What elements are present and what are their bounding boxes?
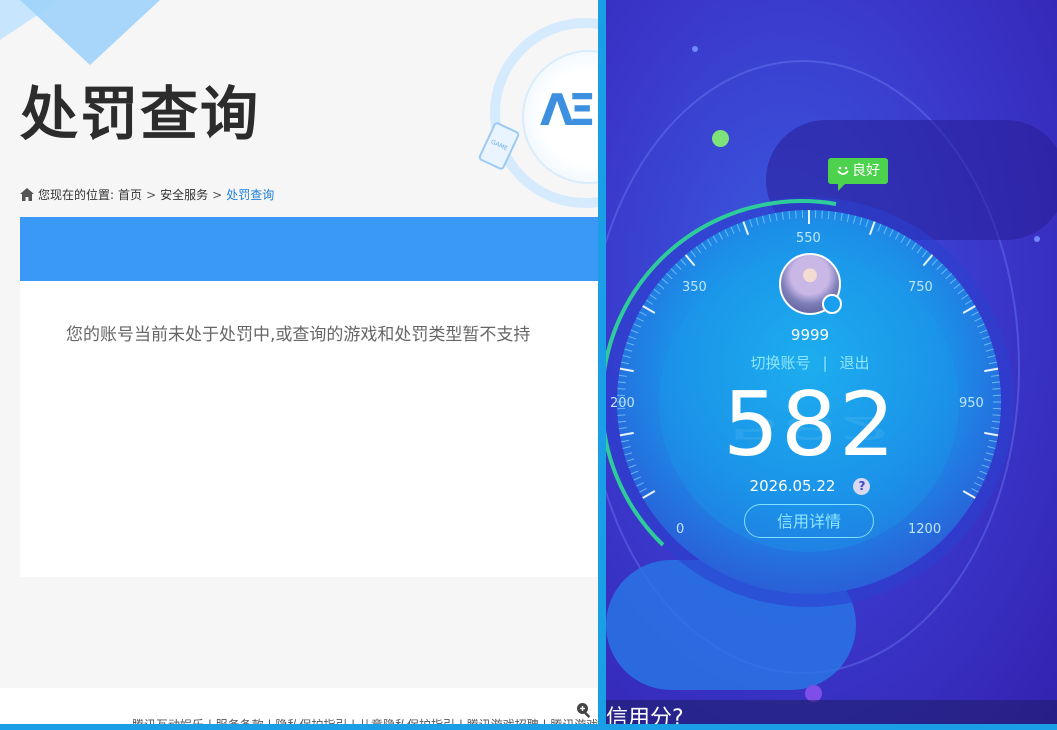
home-icon (20, 188, 34, 201)
brand-logo-icon: ΛΞ (540, 85, 596, 136)
footer: 腾讯互动娱乐 | 服务条款 | 隐私保护指引 | 儿童隐私保护指引 | 腾讯游戏… (0, 688, 598, 724)
breadcrumb-home-link[interactable]: 首页 (118, 186, 142, 203)
gauge-label-1200: 1200 (908, 522, 941, 537)
result-message: 您的账号当前未处于处罚中,或查询的游戏和处罚类型暂不支持 (66, 325, 531, 345)
left-panel: ΛΞ GAME 处罚查询 您现在的位置: 首页 > 安全服务 > 处罚查询 您的… (0, 0, 598, 724)
smile-icon (837, 166, 849, 175)
decor-dot (712, 130, 729, 147)
switch-account-link[interactable]: 切换账号 (750, 354, 810, 372)
decor-triangle (20, 0, 160, 65)
badge-tail (838, 183, 846, 191)
breadcrumb-current-link[interactable]: 处罚查询 (226, 186, 274, 203)
result-panel: 您的账号当前未处于处罚中,或查询的游戏和处罚类型暂不支持 (20, 217, 598, 577)
gauge-tick (821, 210, 823, 219)
breadcrumb-separator: > (146, 187, 157, 202)
qq-icon (822, 294, 842, 314)
decor-dot (692, 46, 698, 52)
account-actions: 切换账号 | 退出 (606, 352, 1014, 373)
score-date-row: 2026.05.22? (606, 477, 1014, 495)
decor-dot (1034, 236, 1040, 242)
credit-detail-button[interactable]: 信用详情 (744, 504, 874, 538)
panel-divider (598, 0, 606, 730)
username: 9999 (790, 326, 830, 344)
credit-level-badge: 良好 (828, 158, 888, 184)
action-separator: | (822, 354, 828, 372)
logout-link[interactable]: 退出 (840, 354, 870, 372)
panel-header-bar (20, 217, 598, 281)
section-heading: 信用分? (606, 706, 684, 724)
gauge-label-350: 350 (682, 280, 707, 295)
credit-level-text: 良好 (852, 163, 880, 179)
breadcrumb-prefix: 您现在的位置: (38, 188, 115, 202)
credit-score-panel: 0 200 350 550 750 950 1200 良好 9999 切换账号 |… (606, 0, 1057, 724)
page-title: 处罚查询 (20, 80, 261, 148)
help-icon[interactable]: ? (853, 478, 871, 495)
breadcrumb-separator: > (212, 187, 223, 202)
gauge-tick (795, 210, 797, 219)
zoom-icon[interactable] (576, 702, 592, 718)
credit-score-reflection: 582 (726, 409, 894, 446)
score-date: 2026.05.22 (749, 477, 836, 495)
gauge-label-0: 0 (676, 522, 684, 537)
footer-links[interactable]: 腾讯互动娱乐 | 服务条款 | 隐私保护指引 | 儿童隐私保护指引 | 腾讯游戏… (132, 716, 598, 724)
gauge-label-750: 750 (908, 280, 933, 295)
bottom-border (0, 724, 1057, 730)
breadcrumb-security-link[interactable]: 安全服务 (160, 186, 208, 203)
gauge-label-550: 550 (796, 231, 821, 246)
breadcrumb: 您现在的位置: 首页 > 安全服务 > 处罚查询 (20, 186, 274, 203)
